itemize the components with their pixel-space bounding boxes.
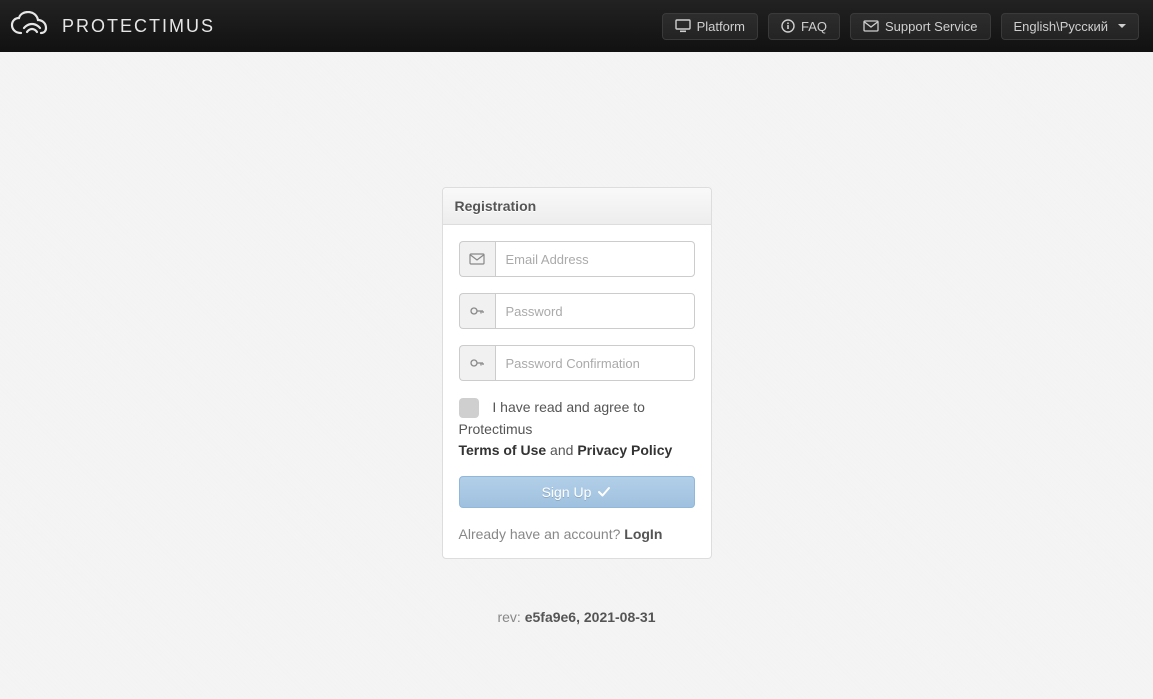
key-icon xyxy=(459,345,495,381)
nav-language-dropdown[interactable]: English\Русский xyxy=(1001,13,1140,40)
panel-title: Registration xyxy=(443,188,711,225)
password-confirm-field[interactable] xyxy=(495,345,695,381)
password-group xyxy=(459,293,695,329)
check-icon xyxy=(597,486,611,498)
consent-prefix: I have read and agree to Protectimus xyxy=(459,399,645,437)
rev-value: e5fa9e6, 2021-08-31 xyxy=(525,609,656,625)
logo[interactable]: PROTECTIMUS xyxy=(10,11,215,41)
email-field[interactable] xyxy=(495,241,695,277)
nav-right: Platform FAQ Support Service E xyxy=(662,13,1143,40)
info-icon xyxy=(781,19,795,33)
login-prompt: Already have an account? LogIn xyxy=(459,526,695,542)
password-confirm-group xyxy=(459,345,695,381)
email-group xyxy=(459,241,695,277)
navbar: PROTECTIMUS Platform FAQ xyxy=(0,0,1153,52)
consent-and: and xyxy=(546,442,577,458)
revision-footer: rev: e5fa9e6, 2021-08-31 xyxy=(0,609,1153,625)
panel-body: I have read and agree to Protectimus Ter… xyxy=(443,225,711,558)
consent-checkbox[interactable] xyxy=(459,398,479,418)
envelope-icon xyxy=(459,241,495,277)
monitor-icon xyxy=(675,19,691,33)
nav-platform-button[interactable]: Platform xyxy=(662,13,758,40)
login-link[interactable]: LogIn xyxy=(624,526,662,542)
password-field[interactable] xyxy=(495,293,695,329)
main-content: Registration xyxy=(0,52,1153,559)
consent-block: I have read and agree to Protectimus Ter… xyxy=(459,397,695,462)
nav-faq-button[interactable]: FAQ xyxy=(768,13,840,40)
privacy-policy-link[interactable]: Privacy Policy xyxy=(577,442,672,458)
nav-platform-label: Platform xyxy=(697,19,745,34)
nav-support-label: Support Service xyxy=(885,19,978,34)
rev-prefix: rev: xyxy=(497,609,524,625)
logo-cloud-icon xyxy=(10,11,54,41)
nav-support-button[interactable]: Support Service xyxy=(850,13,991,40)
nav-language-label: English\Русский xyxy=(1014,19,1109,34)
registration-panel: Registration xyxy=(442,187,712,559)
login-prompt-text: Already have an account? xyxy=(459,526,625,542)
terms-of-use-link[interactable]: Terms of Use xyxy=(459,442,547,458)
key-icon xyxy=(459,293,495,329)
signup-button[interactable]: Sign Up xyxy=(459,476,695,508)
logo-text: PROTECTIMUS xyxy=(62,16,215,37)
caret-down-icon xyxy=(1118,24,1126,28)
nav-faq-label: FAQ xyxy=(801,19,827,34)
envelope-icon xyxy=(863,20,879,32)
signup-label: Sign Up xyxy=(542,484,592,500)
